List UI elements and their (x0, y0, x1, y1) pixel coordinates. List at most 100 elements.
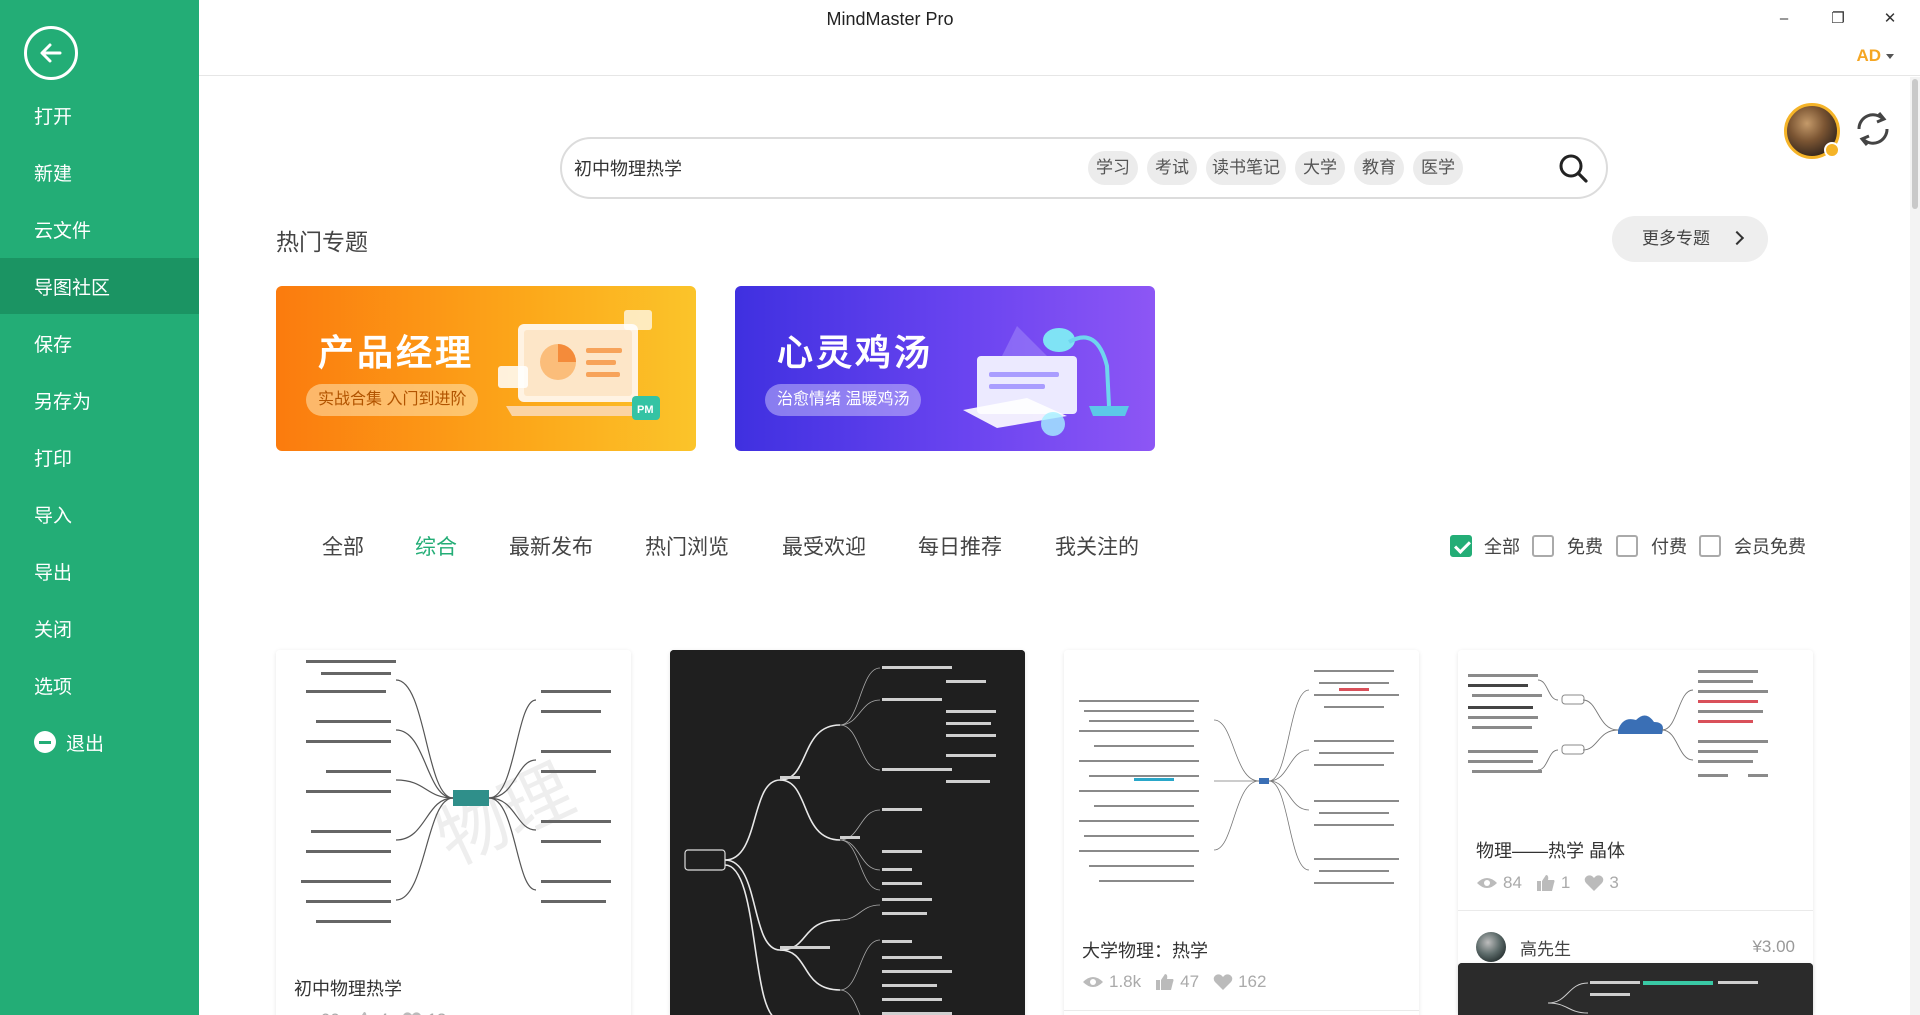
sidebar-item-close[interactable]: 关闭 (0, 600, 199, 656)
mindmap-thumbnail (670, 650, 1025, 1015)
title-bar: MindMaster Pro – ❐ ✕ AD (199, 0, 1920, 76)
search-tag-study[interactable]: 学习 (1088, 151, 1138, 185)
sidebar-item-import[interactable]: 导入 (0, 486, 199, 542)
minus-circle-icon (34, 731, 56, 753)
caret-down-icon (1886, 54, 1894, 60)
heart-icon (1585, 875, 1604, 891)
minimize-button[interactable]: – (1769, 6, 1799, 32)
sidebar-item-save-as[interactable]: 另存为 (0, 372, 199, 428)
search-tag-exam[interactable]: 考试 (1147, 151, 1197, 185)
section-title: 热门专题 (276, 229, 368, 255)
filter-all-checkbox[interactable] (1450, 535, 1472, 557)
sidebar-item-label: 另存为 (34, 391, 92, 413)
search-input[interactable] (570, 151, 1050, 185)
views-stat: 84 (1476, 873, 1522, 893)
banner-subtitle: 治愈情绪 温暖鸡汤 (765, 384, 922, 416)
card-price: ¥3.00 (1752, 937, 1795, 956)
banner-title: 心灵鸡汤 (777, 332, 934, 373)
mindmap-card[interactable]: 大学物理：热学 1.8k 47 162 (1064, 650, 1419, 1015)
card-stats: 84 1 3 (1476, 873, 1633, 893)
mindmap-card[interactable]: 物理 初中物理热学 (276, 650, 631, 1015)
sidebar-item-label: 导出 (34, 562, 73, 584)
mindmap-thumbnail (1458, 650, 1813, 800)
search-tag-education[interactable]: 教育 (1354, 151, 1404, 185)
filter-paid-checkbox[interactable] (1616, 535, 1638, 557)
sidebar-item-label: 选项 (34, 676, 73, 698)
community-main: 学习 考试 读书笔记 大学 教育 医学 热门专题 更多专题 产品经理 实战合集 … (199, 77, 1910, 1015)
search-bar: 学习 考试 读书笔记 大学 教育 医学 (560, 137, 1608, 199)
thumbs-up-icon (1536, 875, 1555, 891)
card-author[interactable]: 高先生 (1476, 932, 1571, 962)
sidebar-item-new[interactable]: 新建 (0, 144, 199, 200)
vertical-scrollbar[interactable] (1910, 77, 1920, 1015)
sidebar-item-label: 保存 (34, 334, 73, 356)
mindmap-card[interactable]: 物理——热学 晶体 84 1 3 高先生 ¥3.00 (1458, 650, 1813, 1012)
filter-member-free-checkbox[interactable] (1699, 535, 1721, 557)
mindmap-card[interactable] (670, 650, 1025, 1015)
sidebar-item-exit[interactable]: 退出 (0, 714, 199, 770)
mindmap-thumbnail (1458, 963, 1813, 1015)
card-divider (1064, 1010, 1419, 1011)
filter-member-free-label: 会员免费 (1734, 537, 1806, 557)
back-arrow-icon (40, 43, 62, 63)
sidebar-item-label: 新建 (34, 163, 73, 185)
heart-icon (1213, 974, 1233, 990)
card-divider (1458, 910, 1813, 911)
tab-comprehensive[interactable]: 综合 (415, 531, 457, 561)
user-menu[interactable]: AD (1856, 46, 1894, 66)
search-icon[interactable] (1556, 151, 1590, 185)
user-initials: AD (1856, 46, 1881, 65)
filter-free-checkbox[interactable] (1532, 535, 1554, 557)
sidebar-item-open[interactable]: 打开 (0, 87, 199, 143)
favorites-stat: 13 (402, 1010, 446, 1015)
tab-daily-picks[interactable]: 每日推荐 (918, 531, 1002, 561)
tab-following[interactable]: 我关注的 (1055, 531, 1139, 561)
more-topics-label: 更多专题 (1642, 229, 1710, 248)
scrollbar-thumb[interactable] (1912, 79, 1918, 209)
search-tag-medicine[interactable]: 医学 (1413, 151, 1463, 185)
filter-free-label: 免费 (1567, 537, 1603, 557)
eye-icon (1477, 878, 1497, 888)
avatar[interactable] (1784, 103, 1840, 159)
views-stat: 99 (294, 1010, 340, 1015)
laptop-illustration: PM (498, 310, 660, 420)
back-button[interactable] (24, 26, 78, 80)
close-button[interactable]: ✕ (1875, 6, 1905, 32)
sidebar-item-options[interactable]: 选项 (0, 657, 199, 713)
tab-latest[interactable]: 最新发布 (509, 531, 593, 561)
views-stat: 1.8k (1082, 972, 1141, 992)
heart-icon (403, 1012, 422, 1015)
author-name: 高先生 (1520, 939, 1571, 959)
sidebar-item-label: 云文件 (34, 220, 92, 242)
likes-stat: 1 (1536, 873, 1570, 893)
more-topics-button[interactable]: 更多专题 (1612, 216, 1768, 262)
favorites-stat: 162 (1213, 972, 1266, 992)
mindmap-thumbnail: 物理 (276, 650, 631, 950)
mindmap-thumbnail (1064, 650, 1419, 900)
card-title: 物理——热学 晶体 (1476, 841, 1626, 861)
sidebar-item-cloud-files[interactable]: 云文件 (0, 201, 199, 257)
tab-all[interactable]: 全部 (322, 531, 364, 561)
banner-title: 产品经理 (318, 332, 475, 373)
restore-button[interactable]: ❐ (1823, 6, 1853, 32)
author-avatar (1476, 932, 1506, 962)
mindmap-card[interactable] (1458, 963, 1813, 1015)
topic-banner-product-manager[interactable]: 产品经理 实战合集 入门到进阶 PM (276, 286, 696, 451)
topic-banner-chicken-soup[interactable]: 心灵鸡汤 治愈情绪 温暖鸡汤 (735, 286, 1155, 451)
search-tag-university[interactable]: 大学 (1295, 151, 1345, 185)
tab-hot-views[interactable]: 热门浏览 (645, 531, 729, 561)
eye-icon (1083, 977, 1103, 987)
refresh-icon[interactable] (1851, 107, 1895, 151)
app-title: MindMaster Pro (826, 9, 954, 29)
card-stats: 1.8k 47 162 (1082, 972, 1280, 992)
sidebar-item-save[interactable]: 保存 (0, 315, 199, 371)
search-tag-reading-notes[interactable]: 读书笔记 (1206, 151, 1286, 185)
tab-most-popular[interactable]: 最受欢迎 (782, 531, 866, 561)
sidebar-item-print[interactable]: 打印 (0, 429, 199, 485)
sidebar-item-label: 退出 (66, 733, 105, 755)
thumbs-up-icon (361, 1012, 367, 1015)
sidebar-item-label: 导入 (34, 505, 73, 527)
favorites-stat: 3 (1584, 873, 1619, 893)
sidebar-item-community[interactable]: 导图社区 (0, 258, 199, 314)
sidebar-item-export[interactable]: 导出 (0, 543, 199, 599)
